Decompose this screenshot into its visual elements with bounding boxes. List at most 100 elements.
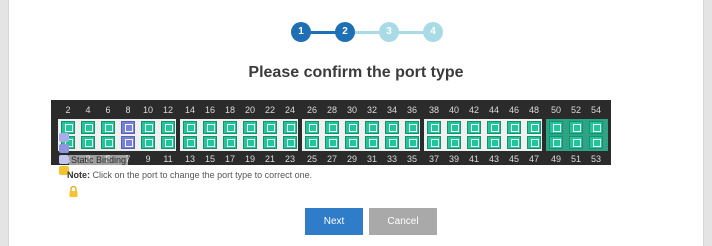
port-number-label: 31 xyxy=(366,154,377,164)
port-number-label: 30 xyxy=(346,105,357,115)
port-43[interactable] xyxy=(487,136,501,149)
port-54[interactable] xyxy=(589,121,603,134)
port-number-label: 26 xyxy=(306,105,317,115)
port-number-label: 48 xyxy=(528,105,539,115)
port-42[interactable] xyxy=(467,121,481,134)
port-number-label: 34 xyxy=(386,105,397,115)
port-number-label: 12 xyxy=(162,105,173,115)
port-number-label: 23 xyxy=(284,154,295,164)
step-1: 1 xyxy=(291,22,311,42)
port-7[interactable] xyxy=(121,136,135,149)
port-51[interactable] xyxy=(569,136,583,149)
note-text: Note: Click on the port to change the po… xyxy=(67,170,312,180)
port-17[interactable] xyxy=(223,136,237,149)
port-3[interactable] xyxy=(81,136,95,149)
step-2: 2 xyxy=(335,22,355,42)
port-13[interactable] xyxy=(183,136,197,149)
port-number-label: 17 xyxy=(224,154,235,164)
port-53[interactable] xyxy=(589,136,603,149)
port-12[interactable] xyxy=(161,121,175,134)
odd-port-numbers: 1357911131517192123252729313335373941434… xyxy=(51,153,611,165)
port-number-label: 10 xyxy=(142,105,153,115)
port-31[interactable] xyxy=(365,136,379,149)
port-33[interactable] xyxy=(385,136,399,149)
cancel-button[interactable]: Cancel xyxy=(369,208,437,235)
port-50[interactable] xyxy=(549,121,563,134)
port-number-label: 41 xyxy=(468,154,479,164)
port-number-label: 46 xyxy=(508,105,519,115)
port-number-label: 15 xyxy=(204,154,215,164)
port-25[interactable] xyxy=(305,136,319,149)
port-23[interactable] xyxy=(283,136,297,149)
port-38[interactable] xyxy=(427,121,441,134)
port-number-label: 43 xyxy=(488,154,499,164)
port-number-label: 35 xyxy=(406,154,417,164)
even-port-numbers: 2 4 6 8 10 12 14 16 18 20 22 24 26 28 30 32 34 36 38 40 42 44… xyxy=(51,104,611,116)
port-27[interactable] xyxy=(325,136,339,149)
port-number-label: 52 xyxy=(570,105,581,115)
port-number-label: 19 xyxy=(244,154,255,164)
port-32[interactable] xyxy=(365,121,379,134)
port-48[interactable] xyxy=(527,121,541,134)
port-number-label: 44 xyxy=(488,105,499,115)
port-number-label: 8 xyxy=(125,105,131,115)
port-37[interactable] xyxy=(427,136,441,149)
port-18[interactable] xyxy=(223,121,237,134)
port-35[interactable] xyxy=(405,136,419,149)
port-10[interactable] xyxy=(141,121,155,134)
lock-icon xyxy=(69,186,78,197)
port-46[interactable] xyxy=(507,121,521,134)
port-4[interactable] xyxy=(81,121,95,134)
port-39[interactable] xyxy=(447,136,461,149)
port-number-label: 18 xyxy=(224,105,235,115)
port-number-label: 11 xyxy=(163,154,173,164)
port-5[interactable] xyxy=(101,136,115,149)
port-block-2 xyxy=(180,119,298,151)
port-number-label: 20 xyxy=(244,105,255,115)
port-24[interactable] xyxy=(283,121,297,134)
port-30[interactable] xyxy=(345,121,359,134)
port-28[interactable] xyxy=(325,121,339,134)
port-34[interactable] xyxy=(385,121,399,134)
port-number-label: 16 xyxy=(204,105,215,115)
port-9[interactable] xyxy=(141,136,155,149)
port-26[interactable] xyxy=(305,121,319,134)
port-20[interactable] xyxy=(243,121,257,134)
port-47[interactable] xyxy=(527,136,541,149)
port-6[interactable] xyxy=(101,121,115,134)
port-number-label: 38 xyxy=(428,105,439,115)
port-block-3 xyxy=(302,119,420,151)
legend-badge xyxy=(59,133,69,142)
port-number-label: 45 xyxy=(508,154,519,164)
port-number-label: 53 xyxy=(590,154,601,164)
port-41[interactable] xyxy=(467,136,481,149)
port-8[interactable] xyxy=(121,121,135,134)
port-52[interactable] xyxy=(569,121,583,134)
port-19[interactable] xyxy=(243,136,257,149)
port-40[interactable] xyxy=(447,121,461,134)
port-number-label: 40 xyxy=(448,105,459,115)
port-15[interactable] xyxy=(203,136,217,149)
port-49[interactable] xyxy=(549,136,563,149)
port-36[interactable] xyxy=(405,121,419,134)
port-number-label: 33 xyxy=(386,154,397,164)
port-number-label: 32 xyxy=(366,105,377,115)
port-block-4 xyxy=(424,119,542,151)
port-number-label: 37 xyxy=(428,154,439,164)
port-16[interactable] xyxy=(203,121,217,134)
port-11[interactable] xyxy=(161,136,175,149)
port-number-label: 29 xyxy=(346,154,357,164)
port-number-label: 39 xyxy=(448,154,459,164)
port-number-label: 25 xyxy=(306,154,317,164)
port-29[interactable] xyxy=(345,136,359,149)
port-44[interactable] xyxy=(487,121,501,134)
port-14[interactable] xyxy=(183,121,197,134)
port-number-label: 2 xyxy=(65,105,71,115)
port-22[interactable] xyxy=(263,121,277,134)
port-number-label: 6 xyxy=(105,105,111,115)
port-21[interactable] xyxy=(263,136,277,149)
next-button[interactable]: Next xyxy=(305,208,363,235)
port-45[interactable] xyxy=(507,136,521,149)
port-number-label: 42 xyxy=(468,105,479,115)
port-number-label: 36 xyxy=(406,105,417,115)
